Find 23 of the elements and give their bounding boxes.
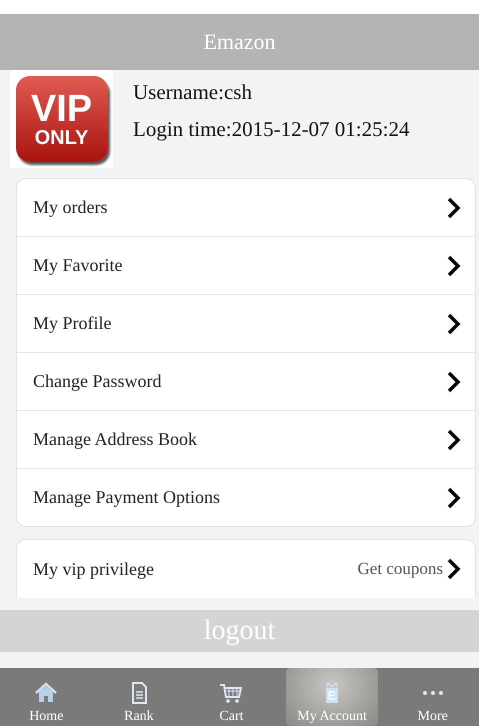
menu-item[interactable]: Manage Payment Options <box>17 468 475 526</box>
menu-item[interactable]: My Favorite <box>17 236 475 294</box>
menu-item[interactable]: Change Password <box>17 352 475 410</box>
login-time-text: Login time:2015-12-07 01:25:24 <box>133 117 410 142</box>
chevron-icon <box>447 254 461 276</box>
username-text: Username:csh <box>133 80 253 105</box>
chevron-icon <box>447 428 461 450</box>
menu-item[interactable]: My orders <box>17 179 475 236</box>
app-title-bar: Emazon <box>0 14 479 70</box>
tab[interactable]: Cart <box>185 668 278 726</box>
menu-item[interactable]: Manage Address Book <box>17 410 475 468</box>
chevron-icon <box>447 196 461 218</box>
chevron-icon <box>447 558 461 580</box>
chevron-icon <box>447 312 461 334</box>
menu-item[interactable]: My Profile <box>17 294 475 352</box>
chevron-icon <box>447 370 461 392</box>
tab[interactable]: Home <box>0 668 93 726</box>
vip-privilege-item[interactable]: My vip privilege Get coupons <box>17 540 475 598</box>
tab[interactable]: Rank <box>92 668 186 726</box>
vip-badge: VIP ONLY <box>16 76 108 162</box>
chevron-icon <box>447 486 461 508</box>
more-icon <box>422 691 443 695</box>
tab[interactable]: More <box>386 668 479 726</box>
